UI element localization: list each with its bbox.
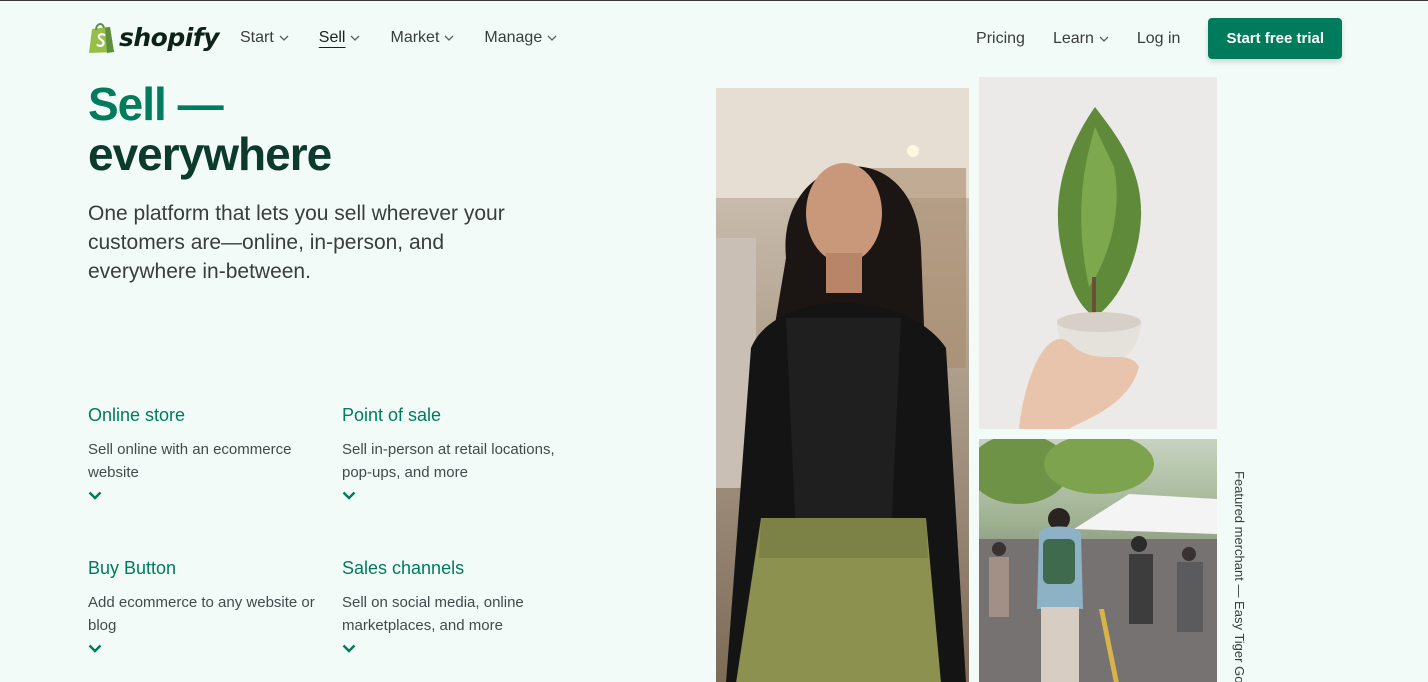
chevron-down-icon [1099,36,1109,42]
nav-market-label: Market [390,29,440,46]
feature-sales-channels[interactable]: Sales channels Sell on social media, onl… [342,558,572,653]
chevron-down-icon[interactable] [342,644,356,653]
feature-description: Sell online with an ecommerce website [88,441,292,481]
primary-nav: Start Sell Market Manage [240,29,557,47]
nav-manage[interactable]: Manage [484,29,557,47]
feature-online-store[interactable]: Online store Sell online with an ecommer… [88,405,318,500]
feature-title: Sales channels [342,558,465,578]
nav-start[interactable]: Start [240,29,289,47]
feature-description: Sell in-person at retail locations, pop-… [342,441,555,481]
nav-sell-label: Sell [318,29,346,46]
chevron-down-icon[interactable] [88,491,102,500]
chevron-down-icon [351,35,360,41]
feature-description: Add ecommerce to any website or blog [88,594,315,634]
top-navigation: shopify Start Sell Market Manage Pricing… [0,1,1428,79]
nav-market[interactable]: Market [390,29,454,47]
start-free-trial-button[interactable]: Start free trial [1208,18,1342,59]
shopify-logo[interactable]: shopify [88,21,220,54]
page-title-line2: everywhere [88,128,332,180]
chevron-down-icon[interactable] [88,644,102,653]
nav-sell[interactable]: Sell [319,29,361,47]
chevron-down-icon [547,35,557,41]
merchant-photo-illustration [716,88,969,682]
market-photo-illustration [979,439,1217,682]
market-photo [979,439,1217,682]
hero-subtitle: One platform that lets you sell wherever… [88,202,505,283]
feature-title: Online store [88,405,186,425]
nav-manage-label: Manage [484,29,543,46]
nav-start-label: Start [240,29,274,46]
chevron-down-icon[interactable] [342,491,356,500]
logo-wordmark: shopify [119,23,220,52]
feature-point-of-sale[interactable]: Point of sale Sell in-person at retail l… [342,405,572,500]
nav-learn-label: Learn [1052,29,1094,47]
shopping-bag-icon [89,23,114,53]
feature-title: Point of sale [342,405,442,425]
feature-description: Sell on social media, online marketplace… [342,594,524,634]
plant-photo-illustration [1019,107,1142,429]
feature-title: Buy Button [88,558,177,578]
featured-merchant-caption: Featured merchant — Easy Tiger Go [1232,471,1247,682]
page-title-line1: Sell — [88,78,224,130]
merchant-photo [716,88,969,682]
nav-learn[interactable]: Learn [1053,30,1109,48]
secondary-nav: Pricing Learn Log in Start free trial [976,18,1342,59]
nav-login[interactable]: Log in [1137,30,1181,48]
feature-buy-button[interactable]: Buy Button Add ecommerce to any website … [88,558,318,653]
page-title: Sell — everywhere [88,78,332,180]
chevron-down-icon [279,35,289,41]
plant-photo [979,77,1217,429]
nav-pricing[interactable]: Pricing [976,30,1025,48]
chevron-down-icon [444,35,454,41]
